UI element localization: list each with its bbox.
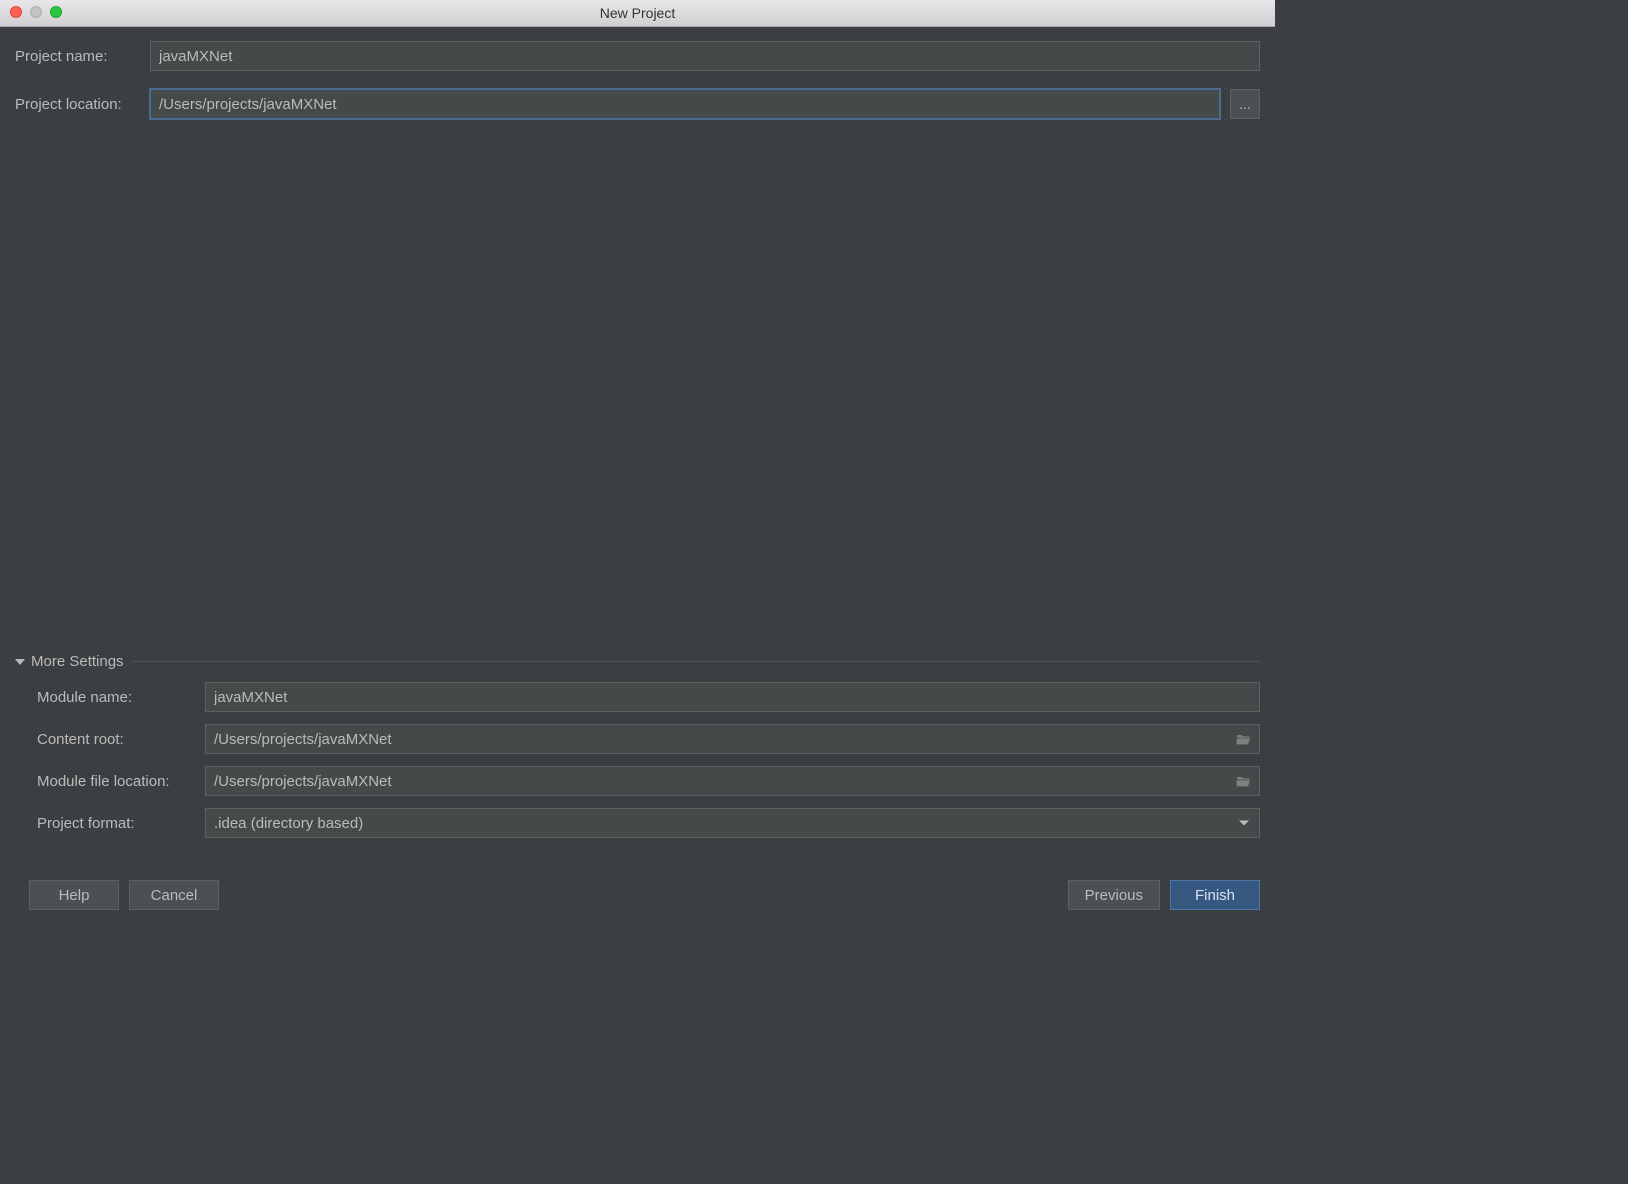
module-file-location-input[interactable] <box>205 766 1260 796</box>
folder-open-icon[interactable] <box>1236 732 1252 746</box>
project-name-label: Project name: <box>15 48 150 65</box>
browse-location-button[interactable]: ... <box>1230 89 1260 119</box>
window-title: New Project <box>600 5 675 21</box>
finish-button[interactable]: Finish <box>1170 880 1260 910</box>
project-format-label: Project format: <box>15 815 205 832</box>
cancel-button[interactable]: Cancel <box>129 880 219 910</box>
content-root-label: Content root: <box>15 731 205 748</box>
window-controls <box>10 6 62 18</box>
module-name-input[interactable] <box>205 682 1260 712</box>
previous-button[interactable]: Previous <box>1068 880 1160 910</box>
project-format-row: Project format: .idea (directory based) <box>15 808 1260 838</box>
titlebar: New Project <box>0 0 1275 27</box>
help-button[interactable]: Help <box>29 880 119 910</box>
project-format-value: .idea (directory based) <box>214 815 363 832</box>
chevron-down-icon <box>1239 821 1249 826</box>
separator <box>132 661 1260 662</box>
spacer <box>15 137 1260 653</box>
content-root-row: Content root: <box>15 724 1260 754</box>
more-settings-toggle[interactable]: More Settings <box>15 653 1260 670</box>
content-root-input[interactable] <box>205 724 1260 754</box>
project-location-input[interactable] <box>150 89 1220 119</box>
project-format-select[interactable]: .idea (directory based) <box>205 808 1260 838</box>
module-name-label: Module name: <box>15 689 205 706</box>
module-name-row: Module name: <box>15 682 1260 712</box>
project-name-input[interactable] <box>150 41 1260 71</box>
button-bar: Help Cancel Previous Finish <box>15 850 1260 928</box>
close-window-button[interactable] <box>10 6 22 18</box>
project-location-row: Project location: ... <box>15 89 1260 119</box>
module-file-location-label: Module file location: <box>15 773 205 790</box>
project-name-row: Project name: <box>15 41 1260 71</box>
folder-open-icon[interactable] <box>1236 774 1252 788</box>
more-settings-label: More Settings <box>31 653 124 670</box>
more-settings-panel: Module name: Content root: Module file l… <box>15 682 1260 850</box>
project-location-label: Project location: <box>15 96 150 113</box>
module-file-location-row: Module file location: <box>15 766 1260 796</box>
dialog-content: Project name: Project location: ... More… <box>0 27 1275 928</box>
chevron-down-icon <box>15 659 25 665</box>
minimize-window-button <box>30 6 42 18</box>
zoom-window-button[interactable] <box>50 6 62 18</box>
